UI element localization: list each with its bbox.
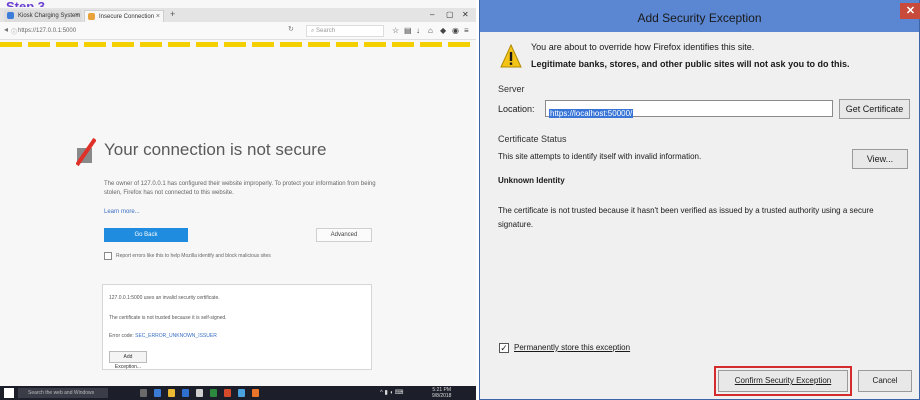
override-warning-text: You are about to override how Firefox id… xyxy=(531,42,755,52)
warning-stripe xyxy=(0,42,476,47)
nav-bar: ◂ ⓘ https://127.0.0.1:5000 ↻ ⌕ Search ☆ … xyxy=(0,22,476,40)
invalid-cert-text: 127.0.0.1:5000 uses an invalid security … xyxy=(109,295,220,301)
system-tray-icons[interactable]: ^ ▮ ◖ ⌨ xyxy=(380,388,403,398)
confirm-security-exception-button[interactable]: Confirm Security Exception xyxy=(718,370,848,392)
advanced-button[interactable]: Advanced xyxy=(316,228,372,242)
tab-label: Kiosk Charging System xyxy=(18,13,81,19)
add-security-exception-dialog: Add Security Exception ✕ You are about t… xyxy=(479,0,920,400)
tab-kiosk[interactable]: Kiosk Charging System × xyxy=(4,10,82,22)
taskbar-clock[interactable]: 5:21 PM 9/8/2018 xyxy=(432,387,451,399)
file-explorer-icon[interactable] xyxy=(168,389,175,397)
pocket-icon[interactable]: ◆ xyxy=(440,26,446,35)
edge-icon[interactable] xyxy=(154,389,161,397)
app-icon[interactable] xyxy=(210,389,217,397)
bookmark-star-icon[interactable]: ☆ xyxy=(392,26,399,35)
back-icon[interactable]: ◂ xyxy=(4,25,8,34)
cancel-button[interactable]: Cancel xyxy=(858,370,912,392)
app-icon[interactable] xyxy=(196,389,203,397)
reload-icon[interactable]: ↻ xyxy=(288,25,294,33)
add-exception-button[interactable]: Add Exception... xyxy=(109,351,147,370)
error-description: The owner of 127.0.0.1 has configured th… xyxy=(104,181,376,196)
download-icon[interactable]: ↓ xyxy=(416,26,420,35)
report-errors-label: Report errors like this to help Mozilla … xyxy=(116,253,271,259)
legitimate-sites-warning: Legitimate banks, stores, and other publ… xyxy=(531,59,850,69)
app-icon[interactable] xyxy=(238,389,245,397)
permanently-store-checkbox[interactable]: ✓ xyxy=(499,343,509,353)
close-window-button[interactable]: ✕ xyxy=(462,8,469,22)
tab-close-icon[interactable]: × xyxy=(75,10,79,22)
minimize-button[interactable]: – xyxy=(430,8,434,22)
learn-more-link[interactable]: Learn more... xyxy=(104,209,140,215)
certificate-status-heading: Certificate Status xyxy=(498,134,567,144)
tab-close-icon[interactable]: × xyxy=(156,11,160,22)
reading-list-icon[interactable]: ▤ xyxy=(404,26,412,35)
store-icon[interactable] xyxy=(182,389,189,397)
new-tab-button[interactable]: + xyxy=(170,9,175,19)
page-title: Your connection is not secure xyxy=(104,140,327,159)
tab-insecure-connection[interactable]: Insecure Connection × xyxy=(84,10,164,22)
permanently-store-label[interactable]: Permanently store this exception xyxy=(514,343,630,352)
untrusted-cert-text: The certificate is not trusted because i… xyxy=(498,206,874,229)
invalid-identity-text: This site attempts to identify itself wi… xyxy=(498,152,702,161)
screenshot-root: Step 3 Kiosk Charging System × Insecure … xyxy=(0,0,920,400)
windows-start-icon[interactable] xyxy=(4,388,14,398)
advanced-panel: 127.0.0.1:5000 uses an invalid security … xyxy=(102,284,372,370)
dialog-title: Add Security Exception xyxy=(480,0,919,32)
tab-bar: Kiosk Charging System × Insecure Connect… xyxy=(0,8,476,22)
search-input[interactable]: ⌕ Search xyxy=(306,25,384,37)
tab-label: Insecure Connection xyxy=(99,14,155,20)
warning-triangle-icon xyxy=(500,44,522,68)
get-certificate-button[interactable]: Get Certificate xyxy=(839,99,910,119)
task-view-icon[interactable] xyxy=(140,389,147,397)
taskbar-search-input[interactable]: Search the web and Windows xyxy=(18,388,108,398)
dialog-close-button[interactable]: ✕ xyxy=(900,3,920,19)
location-value: https://localhost:50000/ xyxy=(549,109,634,118)
server-heading: Server xyxy=(498,84,525,94)
report-errors-checkbox[interactable] xyxy=(104,252,112,260)
maximize-button[interactable]: ▢ xyxy=(446,8,454,22)
warning-favicon-icon xyxy=(88,13,95,20)
location-input[interactable]: https://localhost:50000/ xyxy=(545,100,833,118)
firefox-window: Step 3 Kiosk Charging System × Insecure … xyxy=(0,0,476,400)
self-signed-text: The certificate is not trusted because i… xyxy=(109,315,227,321)
url-bar[interactable]: https://127.0.0.1:5000 xyxy=(18,26,300,36)
firefox-taskbar-icon[interactable] xyxy=(252,389,259,397)
windows-taskbar: Search the web and Windows ^ ▮ ◖ ⌨ 5:21 … xyxy=(0,386,476,400)
view-certificate-button[interactable]: View... xyxy=(852,149,908,169)
broken-lock-icon xyxy=(76,137,96,166)
unknown-identity-heading: Unknown Identity xyxy=(498,176,565,185)
clock-date: 9/8/2018 xyxy=(432,393,452,399)
home-icon[interactable]: ⌂ xyxy=(428,26,433,35)
go-back-button[interactable]: Go Back xyxy=(104,228,188,242)
search-placeholder: Search xyxy=(316,28,336,34)
sync-icon[interactable]: ◉ xyxy=(452,26,459,35)
location-label: Location: xyxy=(498,104,535,114)
error-code-line: Error code: SEC_ERROR_UNKNOWN_ISSUER xyxy=(109,333,217,339)
error-code-link[interactable]: SEC_ERROR_UNKNOWN_ISSUER xyxy=(135,333,217,339)
error-code-prefix: Error code: xyxy=(109,333,136,339)
tab-favicon-icon xyxy=(7,12,14,19)
app-icon[interactable] xyxy=(224,389,231,397)
menu-icon[interactable]: ≡ xyxy=(464,26,469,35)
info-icon[interactable]: ⓘ xyxy=(11,27,17,36)
step-label: Step 3 xyxy=(6,0,45,7)
